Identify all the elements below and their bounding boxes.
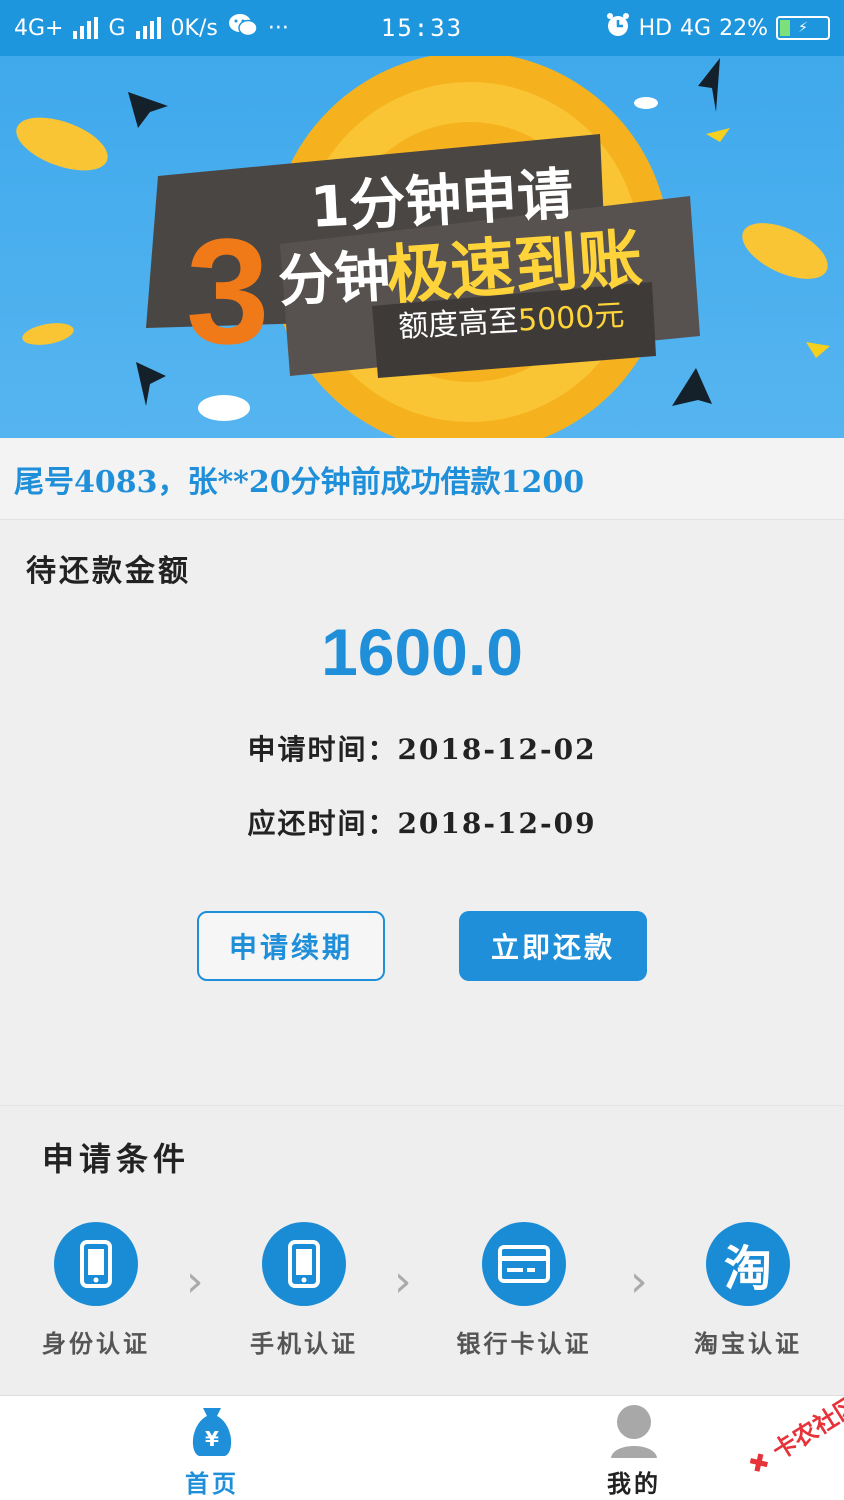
status-right: HD 4G 22% ⚡ — [605, 0, 830, 56]
step-label: 银行卡认证 — [456, 1329, 592, 1358]
hd-indicator: HD — [638, 15, 673, 41]
yen-glyph: ¥ — [205, 1427, 219, 1451]
phone-icon — [54, 1222, 138, 1306]
bottom-nav: ¥ 首页 我的 — [0, 1395, 844, 1500]
avatar-icon — [574, 1402, 694, 1462]
chevron-right-icon: › — [394, 1256, 412, 1307]
battery-icon: ⚡ — [776, 16, 830, 40]
due-date-value: 2018-12-09 — [397, 807, 597, 840]
repayment-title: 待还款金额 — [26, 554, 191, 589]
alarm-icon — [605, 12, 631, 44]
promo-banner[interactable]: 3 1分钟申请 分钟 极速到账 额度高至5000元 — [0, 56, 844, 438]
apply-renewal-button[interactable]: 申请续期 — [197, 911, 385, 981]
apply-date-row: 申请时间：2018-12-02 — [0, 728, 844, 768]
chevron-right-icon: › — [630, 1256, 648, 1307]
banner-line3-prefix: 额度高至 — [397, 303, 520, 345]
step-identity[interactable]: 身份认证 — [6, 1222, 186, 1359]
banner-big-number: 3 — [186, 207, 270, 375]
chevron-right-icon: › — [186, 1256, 204, 1307]
nav-me-label: 我的 — [607, 1469, 661, 1498]
network-type-3: 4G — [680, 15, 712, 41]
nav-home-label: 首页 — [185, 1469, 239, 1498]
status-bar: 4G+ G 0K/s ··· 15:33 HD 4G 22% ⚡ — [0, 0, 844, 56]
step-bank-card[interactable]: 银行卡认证 — [434, 1222, 614, 1359]
apply-date-value: 2018-12-02 — [397, 733, 597, 766]
step-label: 淘宝认证 — [694, 1329, 802, 1358]
banner-line3-highlight: 5000元 — [517, 298, 626, 339]
step-label: 手机认证 — [250, 1329, 358, 1358]
phone-icon — [262, 1222, 346, 1306]
card-icon — [482, 1222, 566, 1306]
banner-line2-prefix: 分钟 — [276, 244, 392, 315]
nav-home[interactable]: ¥ 首页 — [152, 1402, 272, 1499]
due-date-row: 应还时间：2018-12-09 — [0, 802, 844, 842]
conditions-section: 申请条件 身份认证 › 手机认证 › 银行卡认证 › 淘 淘宝认证 — [0, 1105, 844, 1395]
taobao-glyph: 淘 — [723, 1241, 772, 1297]
money-bag-icon: ¥ — [152, 1402, 272, 1462]
conditions-title: 申请条件 — [42, 1140, 191, 1178]
battery-percent: 22% — [719, 15, 768, 41]
apply-date-label: 申请时间： — [247, 733, 398, 766]
step-phone[interactable]: 手机认证 — [214, 1222, 394, 1359]
nav-me[interactable]: 我的 — [574, 1402, 694, 1499]
step-taobao[interactable]: 淘 淘宝认证 — [658, 1222, 838, 1359]
repayment-amount: 1600.0 — [321, 615, 523, 689]
taobao-icon: 淘 — [706, 1222, 790, 1306]
due-date-label: 应还时间： — [247, 807, 398, 840]
step-label: 身份认证 — [42, 1329, 150, 1358]
repay-now-button[interactable]: 立即还款 — [459, 911, 647, 981]
loan-ticker: 尾号4083，张**20分钟前成功借款1200 — [0, 438, 844, 520]
